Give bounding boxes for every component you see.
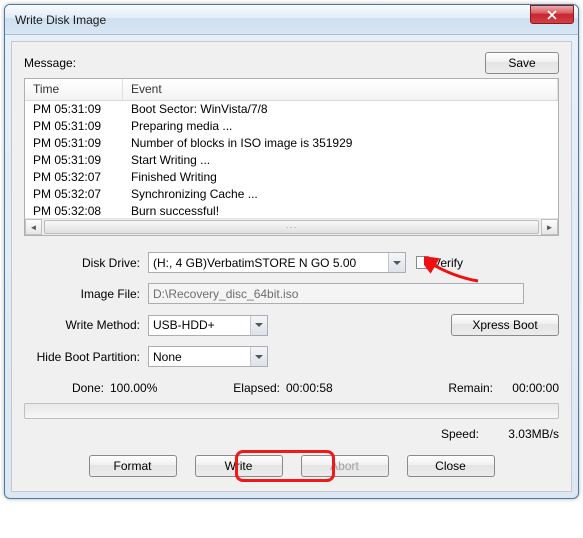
format-button[interactable]: Format xyxy=(89,455,177,477)
table-row: PM 05:31:09Preparing media ... xyxy=(25,118,558,135)
speed-label: Speed: xyxy=(441,427,479,441)
chevron-down-icon xyxy=(250,316,267,335)
verify-checkbox[interactable] xyxy=(416,256,429,269)
table-row: PM 05:32:07Synchronizing Cache ... xyxy=(25,186,558,203)
log-body: PM 05:31:09Boot Sector: WinVista/7/8 PM … xyxy=(25,101,558,218)
write-button[interactable]: Write xyxy=(195,455,283,477)
table-row: PM 05:31:09Number of blocks in ISO image… xyxy=(25,135,558,152)
titlebar[interactable]: Write Disk Image xyxy=(5,5,578,35)
image-file-value: D:\Recovery_disc_64bit.iso xyxy=(153,287,298,301)
save-button[interactable]: Save xyxy=(485,52,559,74)
table-row: PM 05:32:08Burn successful! xyxy=(25,203,558,218)
scroll-thumb[interactable]: ··· xyxy=(44,220,539,234)
elapsed-label: Elapsed: xyxy=(210,381,286,395)
scroll-right-button[interactable]: ► xyxy=(541,219,558,235)
col-time-header[interactable]: Time xyxy=(25,79,123,100)
scroll-track[interactable]: ··· xyxy=(42,219,541,235)
log-header: Time Event xyxy=(25,79,558,101)
scroll-left-button[interactable]: ◄ xyxy=(25,219,42,235)
disk-drive-label: Disk Drive: xyxy=(24,256,148,270)
table-row: PM 05:31:09Start Writing ... xyxy=(25,152,558,169)
horizontal-scrollbar[interactable]: ◄ ··· ► xyxy=(25,218,558,235)
abort-button: Abort xyxy=(301,455,389,477)
speed-value: 3.03MB/s xyxy=(495,427,559,441)
write-method-label: Write Method: xyxy=(24,318,148,332)
elapsed-value: 00:00:58 xyxy=(286,381,333,395)
chevron-down-icon xyxy=(388,253,405,272)
image-file-label: Image File: xyxy=(24,287,148,301)
client-area: Message: Save Time Event PM 05:31:09Boot… xyxy=(11,41,572,492)
write-method-combo[interactable]: USB-HDD+ xyxy=(148,315,268,336)
progress-bar xyxy=(24,403,559,419)
close-window-button[interactable] xyxy=(530,5,574,24)
image-file-field[interactable]: D:\Recovery_disc_64bit.iso xyxy=(148,283,524,304)
hide-boot-combo[interactable]: None xyxy=(148,346,268,367)
xpress-boot-button[interactable]: Xpress Boot xyxy=(451,314,559,336)
remain-label: Remain: xyxy=(448,381,499,395)
window: Write Disk Image Message: Save Time Even… xyxy=(4,4,579,499)
chevron-down-icon xyxy=(250,347,267,366)
window-title: Write Disk Image xyxy=(15,13,530,27)
disk-drive-value: (H:, 4 GB)VerbatimSTORE N GO 5.00 xyxy=(153,256,356,270)
done-label: Done: xyxy=(24,381,110,395)
disk-drive-combo[interactable]: (H:, 4 GB)VerbatimSTORE N GO 5.00 xyxy=(148,252,406,273)
button-row: Format Write Abort Close xyxy=(24,455,559,477)
col-event-header[interactable]: Event xyxy=(123,79,558,100)
message-label: Message: xyxy=(24,56,485,70)
table-row: PM 05:31:09Boot Sector: WinVista/7/8 xyxy=(25,101,558,118)
close-icon xyxy=(547,10,557,20)
log-listview[interactable]: Time Event PM 05:31:09Boot Sector: WinVi… xyxy=(24,78,559,236)
hide-boot-value: None xyxy=(153,350,182,364)
close-button[interactable]: Close xyxy=(407,455,495,477)
verify-label: Verify xyxy=(433,256,463,270)
remain-value: 00:00:00 xyxy=(499,381,559,395)
write-method-value: USB-HDD+ xyxy=(153,318,215,332)
table-row: PM 05:32:07Finished Writing xyxy=(25,169,558,186)
done-value: 100.00% xyxy=(110,381,157,395)
hide-boot-label: Hide Boot Partition: xyxy=(24,350,148,364)
